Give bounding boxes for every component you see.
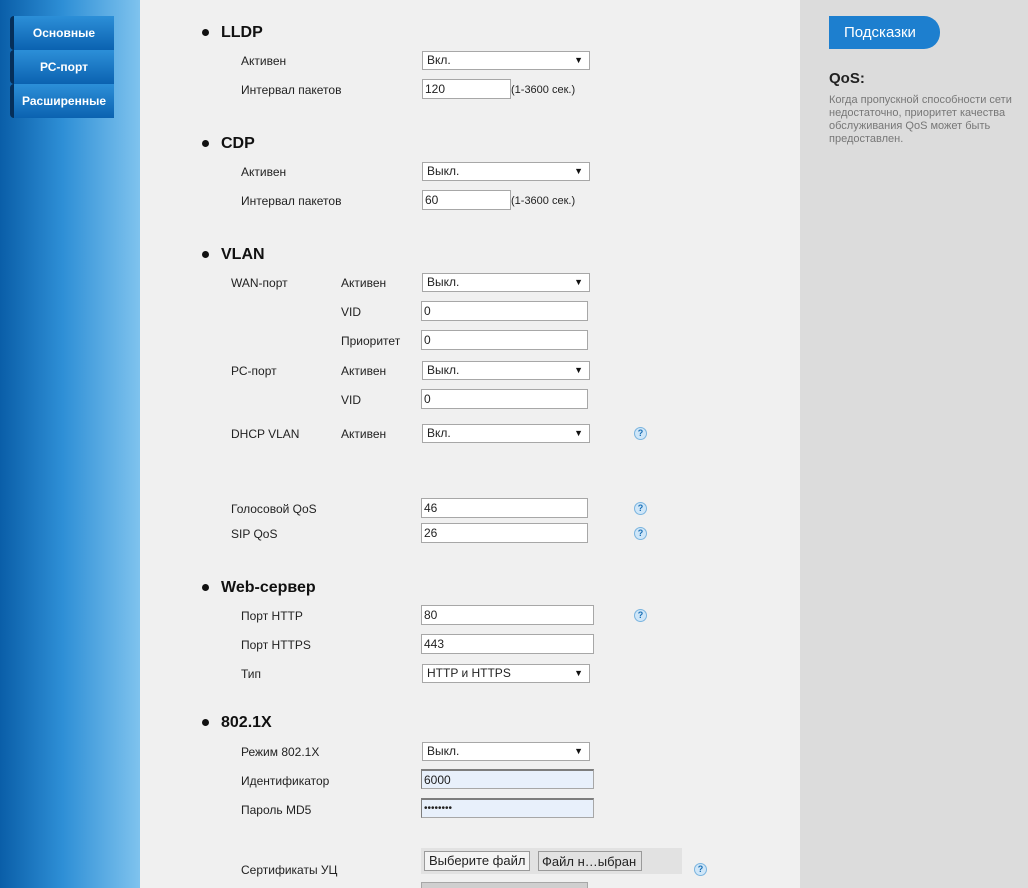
sidebar-item-pc-port[interactable]: РС-порт bbox=[10, 50, 114, 84]
vlan-wan-active-label: Активен bbox=[341, 276, 387, 290]
dot1x-cert-label: Сертификаты УЦ bbox=[241, 863, 338, 877]
section-bullet bbox=[202, 719, 209, 726]
help-icon[interactable]: ? bbox=[694, 863, 707, 876]
chevron-down-icon: ▼ bbox=[574, 365, 583, 375]
vlan-wan-active-value: Выкл. bbox=[427, 275, 460, 289]
vlan-wan-active-select[interactable]: Выкл. ▼ bbox=[422, 273, 590, 292]
vlan-wan-vid-input[interactable]: 0 bbox=[421, 301, 588, 321]
vlan-pc-active-label: Активен bbox=[341, 364, 387, 378]
vlan-wan-priority-input[interactable]: 0 bbox=[421, 330, 588, 350]
vlan-pc-active-value: Выкл. bbox=[427, 363, 460, 377]
cdp-interval-input[interactable]: 60 bbox=[422, 190, 511, 210]
section-title-vlan: VLAN bbox=[221, 246, 265, 263]
sidebar-item-basic[interactable]: Основные bbox=[10, 16, 114, 50]
chevron-down-icon: ▼ bbox=[574, 668, 583, 678]
vlan-wan-priority-label: Приоритет bbox=[341, 334, 401, 348]
vlan-dhcp-active-label: Активен bbox=[341, 427, 387, 441]
chevron-down-icon: ▼ bbox=[574, 746, 583, 756]
cdp-active-value: Выкл. bbox=[427, 164, 460, 178]
web-type-select[interactable]: HTTP и HTTPS ▼ bbox=[422, 664, 590, 683]
chevron-down-icon: ▼ bbox=[574, 428, 583, 438]
sidebar-item-advanced[interactable]: Расширенные bbox=[10, 84, 114, 118]
vlan-pc-vid-input[interactable]: 0 bbox=[421, 389, 588, 409]
dot1x-mode-select[interactable]: Выкл. ▼ bbox=[422, 742, 590, 761]
chevron-down-icon: ▼ bbox=[574, 55, 583, 65]
section-title-lldp: LLDP bbox=[221, 24, 263, 41]
help-icon[interactable]: ? bbox=[634, 527, 647, 540]
hint-title: QoS: bbox=[829, 70, 865, 87]
cdp-active-select[interactable]: Выкл. ▼ bbox=[422, 162, 590, 181]
dot1x-password-input[interactable]: •••••••• bbox=[421, 798, 594, 818]
lldp-interval-hint: (1-3600 сек.) bbox=[511, 84, 576, 96]
voice-qos-label: Голосовой QoS bbox=[231, 502, 317, 516]
dot1x-mode-label: Режим 802.1X bbox=[241, 745, 320, 759]
vlan-pc-label: РС-порт bbox=[231, 364, 277, 378]
vlan-dhcp-active-select[interactable]: Вкл. ▼ bbox=[422, 424, 590, 443]
choose-file-button[interactable]: Выберите файл bbox=[424, 851, 531, 871]
cdp-active-label: Активен bbox=[241, 165, 287, 179]
section-bullet bbox=[202, 29, 209, 36]
section-bullet bbox=[202, 251, 209, 258]
section-title-cdp: CDP bbox=[221, 135, 255, 152]
section-title-web: Web-сервер bbox=[221, 579, 316, 596]
vlan-dhcp-active-value: Вкл. bbox=[427, 426, 451, 440]
dot1x-id-input[interactable]: 6000 bbox=[421, 769, 594, 789]
web-https-label: Порт HTTPS bbox=[241, 638, 311, 652]
lldp-active-label: Активен bbox=[241, 54, 287, 68]
vlan-wan-vid-label: VID bbox=[341, 305, 362, 319]
hints-tab: Подсказки bbox=[829, 16, 940, 49]
hint-text: Когда пропускной способности сети недост… bbox=[829, 94, 1012, 145]
vlan-pc-vid-label: VID bbox=[341, 393, 362, 407]
vlan-wan-label: WAN-порт bbox=[231, 276, 288, 290]
cdp-interval-label: Интервал пакетов bbox=[241, 194, 342, 208]
dot1x-mode-value: Выкл. bbox=[427, 744, 460, 758]
vlan-dhcp-label: DHCP VLAN bbox=[231, 427, 300, 441]
cdp-interval-hint: (1-3600 сек.) bbox=[511, 195, 576, 207]
section-bullet bbox=[202, 140, 209, 147]
sip-qos-input[interactable]: 26 bbox=[421, 523, 588, 543]
lldp-active-select[interactable]: Вкл. ▼ bbox=[422, 51, 590, 70]
chevron-down-icon: ▼ bbox=[574, 166, 583, 176]
lldp-active-value: Вкл. bbox=[427, 53, 451, 67]
web-type-label: Тип bbox=[241, 667, 262, 681]
dot1x-pwd-label: Пароль MD5 bbox=[241, 803, 312, 817]
sip-qos-label: SIP QoS bbox=[231, 527, 278, 541]
help-icon[interactable]: ? bbox=[634, 609, 647, 622]
lldp-interval-input[interactable]: 120 bbox=[422, 79, 511, 99]
section-title-8021x: 802.1X bbox=[221, 714, 272, 731]
help-icon[interactable]: ? bbox=[634, 427, 647, 440]
web-http-input[interactable]: 80 bbox=[421, 605, 594, 625]
web-http-label: Порт HTTP bbox=[241, 609, 303, 623]
sidebar: Основные РС-порт Расширенные bbox=[0, 0, 140, 888]
dot1x-id-label: Идентификатор bbox=[241, 774, 330, 788]
help-icon[interactable]: ? bbox=[634, 502, 647, 515]
no-file-text: Файл н…ыбран bbox=[538, 851, 642, 871]
chevron-down-icon: ▼ bbox=[574, 277, 583, 287]
lldp-interval-label: Интервал пакетов bbox=[241, 83, 342, 97]
web-https-input[interactable]: 443 bbox=[421, 634, 594, 654]
section-bullet bbox=[202, 584, 209, 591]
voice-qos-input[interactable]: 46 bbox=[421, 498, 588, 518]
web-type-value: HTTP и HTTPS bbox=[427, 666, 511, 680]
next-select-partial[interactable] bbox=[421, 882, 588, 888]
vlan-pc-active-select[interactable]: Выкл. ▼ bbox=[422, 361, 590, 380]
